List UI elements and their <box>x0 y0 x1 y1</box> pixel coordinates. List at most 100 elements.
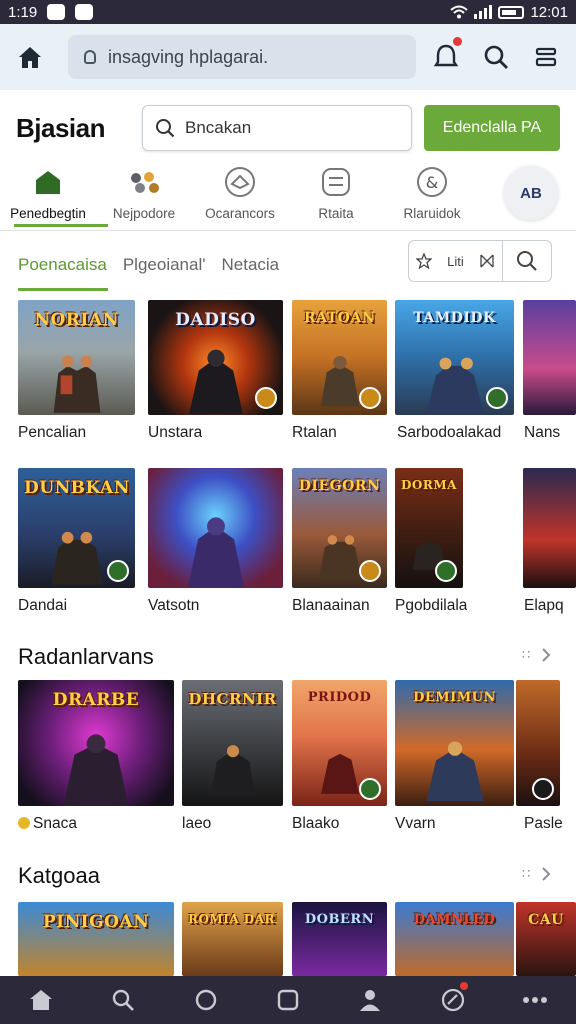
game-caption[interactable]: Sarbodoalakad <box>397 424 501 442</box>
nav-more[interactable] <box>510 976 560 1024</box>
section-title: Katgoaa <box>18 863 100 888</box>
tab-netacia[interactable]: Netacia <box>222 255 280 275</box>
game-tile[interactable] <box>148 468 283 588</box>
game-badge <box>359 778 381 800</box>
search-placeholder: Bncakan <box>185 118 252 137</box>
game-tile[interactable] <box>523 468 576 588</box>
divider <box>0 230 576 231</box>
category-active-indicator <box>14 224 108 227</box>
cta-button[interactable]: Edenclalla PA <box>424 105 560 151</box>
category-label: Ocarancors <box>205 206 275 221</box>
list-icon <box>322 168 350 196</box>
filter-button[interactable]: Liti <box>409 241 503 281</box>
game-caption[interactable]: Snaca <box>18 815 77 833</box>
game-caption[interactable]: Blaako <box>292 815 339 833</box>
hero-figure <box>187 517 244 588</box>
section-more-button[interactable]: ∷ <box>522 647 552 663</box>
search-input[interactable]: Bncakan <box>142 105 412 151</box>
ampersand-icon: & <box>417 167 447 197</box>
game-caption[interactable]: Nans <box>524 424 576 442</box>
square-icon <box>277 989 299 1011</box>
controller-icon <box>225 167 255 197</box>
tile-title: DAMNLED <box>413 912 496 927</box>
hero-figure <box>63 734 129 806</box>
game-tile[interactable]: DHCRNIR <box>182 680 283 806</box>
tile-title: DOBERN <box>304 912 375 927</box>
avatar[interactable]: AB <box>504 166 558 220</box>
section-more-button[interactable]: ∷ <box>522 866 552 882</box>
game-tile[interactable]: DAMNLED <box>395 902 514 976</box>
game-tile[interactable]: DRARBE <box>18 680 174 806</box>
nav-rocket[interactable] <box>428 976 478 1024</box>
hero-figure <box>425 741 484 802</box>
coin-icon <box>18 817 30 829</box>
tabtools-search-button[interactable] <box>503 250 551 272</box>
dots-icon: ∷ <box>522 647 531 662</box>
category-home[interactable]: Penedbegtin <box>0 160 96 232</box>
game-tile[interactable]: CAU <box>516 902 576 976</box>
game-tile[interactable]: PRIDOD <box>292 680 387 806</box>
hero-figure <box>210 745 255 796</box>
category-ocarancors[interactable]: Ocarancors <box>192 160 288 232</box>
game-badge <box>359 387 381 409</box>
game-badge <box>435 560 457 582</box>
category-nejpodore[interactable]: Nejpodore <box>96 160 192 232</box>
search-button[interactable] <box>478 39 514 75</box>
tab-plgeoianal[interactable]: Plgeoianal' <box>123 255 206 275</box>
game-caption[interactable]: Vatsotn <box>148 597 199 615</box>
app-notification-icon <box>47 4 66 20</box>
svg-text:&: & <box>426 173 438 192</box>
game-tile[interactable] <box>523 300 576 415</box>
game-caption[interactable]: Dandai <box>18 597 67 615</box>
tabs-icon <box>535 47 557 67</box>
game-caption[interactable]: Pencalian <box>18 424 86 442</box>
game-tile[interactable]: TAMDIDK <box>395 300 514 415</box>
game-caption[interactable]: Pgobdilala <box>395 597 467 615</box>
game-tile[interactable]: DOBERN <box>292 902 387 976</box>
category-row: Penedbegtin Nejpodore Ocarancors Rtaita … <box>0 160 576 232</box>
bell-icon <box>433 44 459 67</box>
game-tile[interactable] <box>516 680 560 806</box>
game-tile[interactable]: PINIGOAN <box>18 902 174 976</box>
more-icon <box>522 997 547 1003</box>
nav-square[interactable] <box>263 976 313 1024</box>
game-tile[interactable]: DUNBKAN <box>18 468 135 588</box>
url-bar[interactable]: insagving hplagarai. <box>68 35 416 79</box>
game-tile[interactable]: RATOAN <box>292 300 387 415</box>
tabs-button[interactable] <box>528 39 564 75</box>
game-caption[interactable]: Blanaainan <box>292 597 370 615</box>
app-logo[interactable]: Bjasian <box>16 113 142 144</box>
search-icon <box>113 989 135 1011</box>
game-caption[interactable]: laeo <box>182 815 211 833</box>
notification-dot <box>453 37 462 46</box>
game-tile[interactable]: DEMIMUN <box>395 680 514 806</box>
category-rtaita[interactable]: Rtaita <box>288 160 384 232</box>
category-rlaruidok[interactable]: & Rlaruidok <box>384 160 480 232</box>
game-caption[interactable]: Elapq <box>524 597 576 615</box>
tab-poenacaisa[interactable]: Poenacaisa <box>18 255 107 275</box>
game-tile[interactable]: DADISO <box>148 300 283 415</box>
nav-circle[interactable] <box>181 976 231 1024</box>
tile-title: TAMDIDK <box>413 310 496 326</box>
game-badge <box>255 387 277 409</box>
hero-figure <box>425 357 484 414</box>
game-tile[interactable]: DIEGORN <box>292 468 387 588</box>
nav-home[interactable] <box>16 976 66 1024</box>
url-text: insagving hplagarai. <box>108 46 269 67</box>
game-tile[interactable]: ROMIA DARL <box>182 902 283 976</box>
game-tile[interactable]: DORMAN <box>395 468 463 588</box>
message-notification-icon <box>75 4 94 20</box>
home-icon[interactable] <box>12 39 48 75</box>
game-caption[interactable]: Unstara <box>148 424 202 442</box>
game-tile[interactable]: NORIAN <box>18 300 135 415</box>
game-caption[interactable]: Pasle <box>524 815 576 833</box>
home-icon <box>36 171 60 194</box>
game-caption[interactable]: Rtalan <box>292 424 337 442</box>
bell-button[interactable] <box>428 37 464 75</box>
nav-profile[interactable] <box>345 976 395 1024</box>
nav-search[interactable] <box>98 976 148 1024</box>
tile-title: NORIAN <box>34 310 119 330</box>
game-caption[interactable]: Vvarn <box>395 815 436 833</box>
search-icon <box>156 119 175 138</box>
home-icon <box>30 990 53 1010</box>
